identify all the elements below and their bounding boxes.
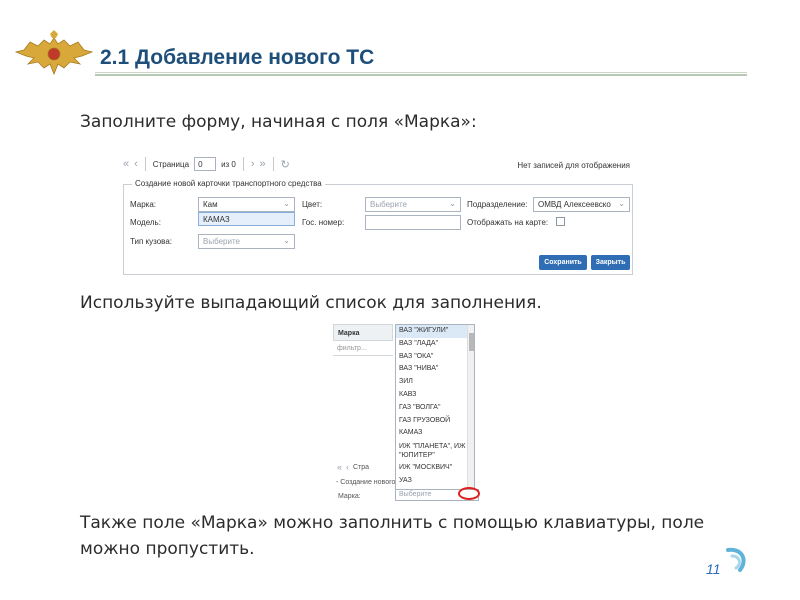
- fieldset-legend: Создание новой карточки транспортного ср…: [132, 179, 325, 188]
- title-divider: [95, 72, 747, 76]
- sub-pager: « ‹ Стра: [337, 462, 369, 472]
- division-select[interactable]: ОМВД Алексеевско ⌄: [533, 197, 630, 212]
- pager: « ‹ Страница из 0 › » ↻: [123, 155, 290, 173]
- body-type-placeholder: Выберите: [203, 237, 240, 246]
- list-item[interactable]: ГАЗ ГРУЗОВОЙ: [396, 415, 474, 428]
- list-item[interactable]: ВАЗ "ЛАДА": [396, 338, 474, 351]
- list-item[interactable]: УАЗ: [396, 475, 474, 488]
- dropdown-arrow-highlight: [458, 487, 480, 500]
- list-item[interactable]: ВАЗ "НИВА": [396, 363, 474, 376]
- gos-number-input[interactable]: [365, 215, 461, 230]
- list-item[interactable]: ГАЗ "ВОЛГА": [396, 402, 474, 415]
- vehicle-card-fieldset: Создание новой карточки транспортного ср…: [123, 179, 633, 275]
- chevron-right-icon[interactable]: ›: [251, 158, 255, 170]
- chevron-left-icon[interactable]: ‹: [346, 462, 349, 472]
- instruction-text-3: Также поле «Марка» можно заполнить с пом…: [80, 513, 705, 559]
- form-screenshot: « ‹ Страница из 0 › » ↻ Нет записей для …: [117, 147, 640, 278]
- double-chevron-left-icon[interactable]: «: [337, 462, 342, 472]
- double-chevron-right-icon[interactable]: »: [260, 158, 266, 170]
- pager-page-label: Страница: [152, 159, 190, 169]
- refresh-icon[interactable]: ↻: [281, 158, 290, 171]
- show-on-map-label: Отображать на карте:: [467, 218, 549, 227]
- chevron-down-icon: ⌄: [283, 199, 290, 208]
- color-placeholder: Выберите: [370, 200, 407, 209]
- grid-filter-input[interactable]: фильтр...: [333, 342, 393, 356]
- chevron-down-icon: ⌄: [449, 199, 456, 208]
- pager-separator: [242, 157, 244, 171]
- list-item[interactable]: КАВЗ: [396, 389, 474, 402]
- chevron-left-icon[interactable]: ‹: [134, 158, 138, 170]
- save-button[interactable]: Сохранить: [539, 255, 587, 270]
- page-number-input[interactable]: [194, 157, 217, 171]
- list-item[interactable]: ИЖ "ПЛАНЕТА", ИЖ "ЮПИТЕР": [396, 440, 474, 462]
- marka-label: Марка:: [130, 200, 156, 209]
- division-label: Подразделение:: [467, 200, 528, 209]
- list-item[interactable]: ВАЗ "ОКА": [396, 351, 474, 364]
- grid-column-header[interactable]: Марка: [333, 324, 393, 341]
- pager-separator: [272, 157, 274, 171]
- marka-value: Кам: [203, 200, 218, 209]
- instruction-text-2: Используйте выпадающий список для заполн…: [80, 293, 542, 313]
- pager-of-label: из 0: [221, 159, 236, 169]
- chevron-down-icon: ⌄: [618, 199, 625, 208]
- eagle-emblem-icon: [14, 30, 94, 76]
- marka-dropdown-list[interactable]: ВАЗ "ЖИГУЛИ" ВАЗ "ЛАДА" ВАЗ "ОКА" ВАЗ "Н…: [395, 324, 475, 491]
- show-on-map-checkbox[interactable]: [556, 217, 565, 226]
- gos-number-label: Гос. номер:: [302, 218, 345, 227]
- no-records-text: Нет записей для отображения: [517, 161, 630, 170]
- scroll-thumb[interactable]: [469, 333, 474, 351]
- color-label: Цвет:: [302, 200, 323, 209]
- marka-suggestion-option[interactable]: КАМАЗ: [198, 212, 295, 226]
- swirl-icon: [726, 547, 746, 572]
- double-chevron-left-icon[interactable]: «: [123, 158, 129, 170]
- list-item[interactable]: ЗИЛ: [396, 376, 474, 389]
- sub-pager-label: Стра: [353, 463, 370, 471]
- body-type-label: Тип кузова:: [130, 237, 173, 246]
- model-label: Модель:: [130, 218, 161, 227]
- close-button[interactable]: Закрыть: [591, 255, 630, 270]
- instruction-text-1: Заполните форму, начиная с поля «Марка»:: [80, 112, 477, 132]
- list-item[interactable]: КАМАЗ: [396, 427, 474, 440]
- pager-separator: [144, 157, 146, 171]
- division-value: ОМВД Алексеевско: [538, 200, 611, 209]
- page-number: 11: [706, 561, 721, 577]
- slide-title: 2.1 Добавление нового ТС: [100, 46, 375, 69]
- list-item[interactable]: ВАЗ "ЖИГУЛИ": [396, 325, 474, 338]
- sub-marka-label: Марка:: [338, 493, 361, 500]
- color-select[interactable]: Выберите ⌄: [365, 197, 461, 212]
- chevron-down-icon: ⌄: [283, 236, 290, 245]
- marka-select[interactable]: Кам ⌄: [198, 197, 295, 212]
- list-scrollbar[interactable]: [467, 325, 474, 490]
- list-item[interactable]: ИЖ "МОСКВИЧ": [396, 462, 474, 475]
- body-type-select[interactable]: Выберите ⌄: [198, 234, 295, 249]
- dropdown-screenshot: Марка фильтр... « ‹ Стра - Создание ново…: [333, 324, 480, 502]
